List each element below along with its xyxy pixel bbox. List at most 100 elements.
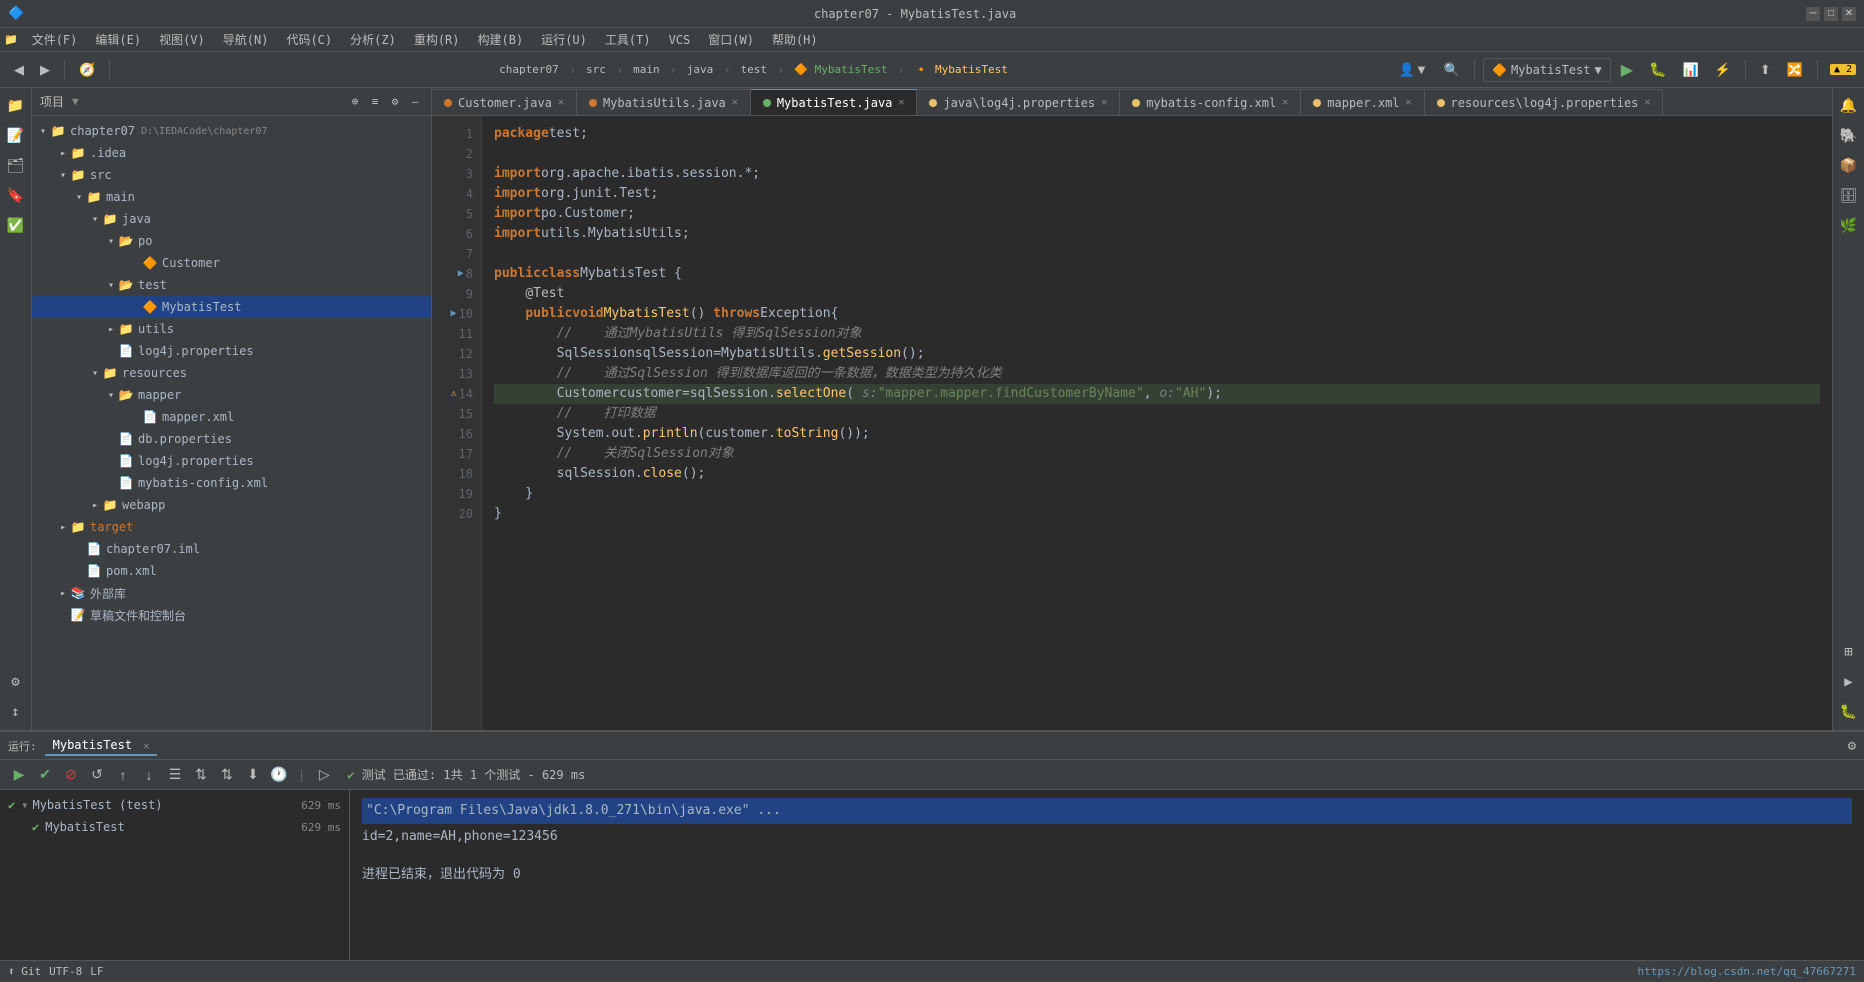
tab-mapper-xml[interactable]: mapper.xml ✕ xyxy=(1301,89,1424,115)
minimize-button[interactable]: ─ xyxy=(1806,7,1820,21)
menu-code[interactable]: 代码(C) xyxy=(278,29,340,50)
menu-nav[interactable]: 导航(N) xyxy=(215,29,277,50)
sidebar-collapse-button[interactable]: ≡ xyxy=(367,94,383,110)
tab-mybatisutils[interactable]: MybatisUtils.java ✕ xyxy=(577,89,751,115)
rerun-button[interactable]: ↺ xyxy=(86,764,108,786)
git-button[interactable]: 🔀 xyxy=(1781,56,1809,84)
nav-java[interactable]: java xyxy=(687,63,714,76)
tree-node-chapter07[interactable]: ▾ 📁 chapter07 D:\IEDACode\chapter07 xyxy=(32,120,431,142)
run-icon-right[interactable]: ▶ xyxy=(1835,668,1863,696)
tree-node-pom[interactable]: ▸ 📄 pom.xml xyxy=(32,560,431,582)
tree-node-main[interactable]: ▾ 📁 main xyxy=(32,186,431,208)
vcs-button[interactable]: ⬆ xyxy=(1754,56,1777,84)
run-stop-button[interactable]: ⊘ xyxy=(60,764,82,786)
tree-node-log4j2[interactable]: ▸ 📄 log4j.properties xyxy=(32,450,431,472)
bottom-tab-close[interactable]: ✕ xyxy=(143,741,149,752)
profile-run-button[interactable]: ⚡ xyxy=(1709,56,1737,84)
sidebar-settings-button[interactable]: ⚙ xyxy=(387,94,403,110)
warning-badge[interactable]: ▲ 2 xyxy=(1830,64,1856,75)
run-check-button[interactable]: ✔ xyxy=(34,764,56,786)
tree-node-idea[interactable]: ▸ 📁 .idea xyxy=(32,142,431,164)
tree-node-mybatis-config[interactable]: ▸ 📄 mybatis-config.xml xyxy=(32,472,431,494)
run-button[interactable]: ▶ xyxy=(1615,56,1639,84)
menu-file[interactable]: 文件(F) xyxy=(24,29,86,50)
menu-vcs[interactable]: VCS xyxy=(661,31,699,49)
maximize-button[interactable]: □ xyxy=(1824,7,1838,21)
settings-icon[interactable]: ⚙ xyxy=(2,668,30,696)
code-editor[interactable]: 1 2 3 4 5 6 7 ▶8 9 ▶10 11 12 13 ⚠14 xyxy=(432,116,1832,730)
menu-build[interactable]: 构建(B) xyxy=(470,29,532,50)
database-icon[interactable]: 🗄 xyxy=(1835,182,1863,210)
tree-node-log4j1[interactable]: ▸ 📄 log4j.properties xyxy=(32,340,431,362)
sidebar-minimize-button[interactable]: — xyxy=(407,94,423,110)
tree-node-webapp[interactable]: ▸ 📁 webapp xyxy=(32,494,431,516)
project-icon[interactable]: 📁 xyxy=(2,92,30,120)
debug-button[interactable]: 🐛 xyxy=(1643,56,1672,84)
menu-analyze[interactable]: 分析(Z) xyxy=(342,29,404,50)
bottom-settings-icon[interactable]: ⚙ xyxy=(1848,738,1856,754)
tab-close-resources-log4j[interactable]: ✕ xyxy=(1644,97,1650,108)
test-item-method[interactable]: ✔ MybatisTest 629 ms xyxy=(0,816,349,838)
tree-node-mapper-xml[interactable]: ▸ 📄 mapper.xml xyxy=(32,406,431,428)
import-button[interactable]: ⬇ xyxy=(242,764,264,786)
menu-tools[interactable]: 工具(T) xyxy=(597,29,659,50)
status-blog-link[interactable]: https://blog.csdn.net/qq_47667271 xyxy=(1637,965,1856,978)
run-down-button[interactable]: ↓ xyxy=(138,764,160,786)
test-item-suite[interactable]: ✔ ▾ MybatisTest (test) 629 ms xyxy=(0,794,349,816)
tree-node-po[interactable]: ▾ 📂 po xyxy=(32,230,431,252)
expand-icon[interactable]: ↕ xyxy=(2,698,30,726)
gradle-icon[interactable]: 🐘 xyxy=(1835,122,1863,150)
close-button[interactable]: ✕ xyxy=(1842,7,1856,21)
tree-node-src[interactable]: ▾ 📁 src xyxy=(32,164,431,186)
search-button[interactable]: 🔍 xyxy=(1438,56,1466,84)
structure-icon[interactable]: 🗂 xyxy=(2,152,30,180)
nav-chapter07[interactable]: chapter07 xyxy=(499,63,559,76)
tree-node-utils[interactable]: ▸ 📁 utils xyxy=(32,318,431,340)
terminal-icon[interactable]: ⊞ xyxy=(1835,638,1863,666)
nav-mybatistest-class[interactable]: 🔶 MybatisTest xyxy=(794,63,887,76)
spring-icon[interactable]: 🌿 xyxy=(1835,212,1863,240)
nav-mybatistest-method[interactable]: 🔸 MybatisTest xyxy=(915,63,1008,76)
toolbar-navigate-button[interactable]: 🧭 xyxy=(73,56,101,84)
menu-view[interactable]: 视图(V) xyxy=(151,29,213,50)
commit-icon[interactable]: 📝 xyxy=(2,122,30,150)
tab-close-mapper-xml[interactable]: ✕ xyxy=(1406,97,1412,108)
toolbar-forward-button[interactable]: ▶ xyxy=(34,56,56,84)
nav-test[interactable]: test xyxy=(741,63,768,76)
code-content[interactable]: package test; import org.apache.ibatis.s… xyxy=(482,116,1832,730)
nav-main[interactable]: main xyxy=(633,63,660,76)
tree-node-scratch[interactable]: ▸ 📝 草稿文件和控制台 xyxy=(32,604,431,626)
run-play-button[interactable]: ▶ xyxy=(8,764,30,786)
tab-customer-java[interactable]: Customer.java ✕ xyxy=(432,89,577,115)
sidebar-locate-button[interactable]: ⊕ xyxy=(347,94,363,110)
run-up-button[interactable]: ↑ xyxy=(112,764,134,786)
tree-node-resources[interactable]: ▾ 📁 resources xyxy=(32,362,431,384)
tree-node-db-properties[interactable]: ▸ 📄 db.properties xyxy=(32,428,431,450)
debug-icon-right[interactable]: 🐛 xyxy=(1835,698,1863,726)
profile-button[interactable]: 👤▼ xyxy=(1393,56,1434,84)
tree-node-target[interactable]: ▸ 📁 target xyxy=(32,516,431,538)
menu-run[interactable]: 运行(U) xyxy=(533,29,595,50)
tree-node-mapper[interactable]: ▾ 📂 mapper xyxy=(32,384,431,406)
nav-src[interactable]: src xyxy=(586,63,606,76)
tab-close-log4j-java[interactable]: ✕ xyxy=(1101,97,1107,108)
menu-refactor[interactable]: 重构(R) xyxy=(406,29,468,50)
tab-close-customer[interactable]: ✕ xyxy=(558,97,564,108)
tab-close-mybatisutils[interactable]: ✕ xyxy=(732,97,738,108)
menu-window[interactable]: 窗口(W) xyxy=(700,29,762,50)
run-filter-button[interactable]: ☰ xyxy=(164,764,186,786)
tab-log4j-java[interactable]: java\log4j.properties ✕ xyxy=(917,89,1120,115)
run-gutter-8[interactable]: ▶ xyxy=(458,264,464,284)
tab-close-mybatistest[interactable]: ✕ xyxy=(898,97,904,108)
tab-resources-log4j[interactable]: resources\log4j.properties ✕ xyxy=(1425,89,1664,115)
maven-icon[interactable]: 📦 xyxy=(1835,152,1863,180)
tree-node-test[interactable]: ▾ 📂 test xyxy=(32,274,431,296)
tree-node-external-libs[interactable]: ▸ 📚 外部库 xyxy=(32,582,431,604)
tree-node-java[interactable]: ▾ 📁 java xyxy=(32,208,431,230)
tab-close-mybatis-config[interactable]: ✕ xyxy=(1282,97,1288,108)
run-gutter-10[interactable]: ▶ xyxy=(451,304,457,324)
todo-icon[interactable]: ✅ xyxy=(2,212,30,240)
clock-button[interactable]: 🕐 xyxy=(268,764,290,786)
tab-mybatis-config[interactable]: mybatis-config.xml ✕ xyxy=(1120,89,1301,115)
tree-node-mybatistest[interactable]: ▸ 🔶 MybatisTest xyxy=(32,296,431,318)
